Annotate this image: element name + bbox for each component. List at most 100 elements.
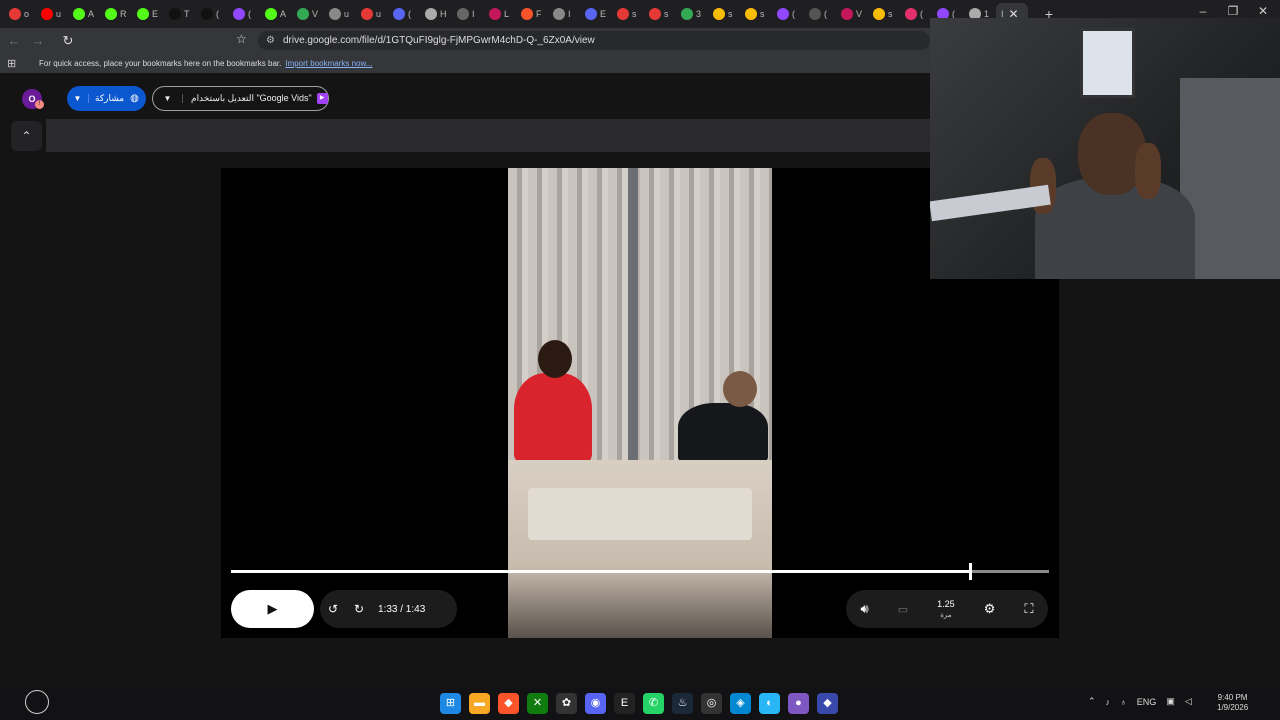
tab-label: F — [536, 9, 542, 19]
tab-favicon-icon — [41, 8, 53, 20]
bookmark-icon[interactable]: ☆ — [236, 32, 247, 46]
volume-icon[interactable]: 🔊︎ — [861, 601, 869, 617]
browser-tab[interactable]: T — [164, 3, 196, 25]
app-blue-icon[interactable]: ◈ — [730, 693, 751, 714]
forward-icon[interactable]: → — [28, 33, 48, 48]
volume-tray-icon[interactable]: ◁ — [1185, 696, 1192, 707]
speed-value: 1.25 — [937, 598, 955, 609]
tab-favicon-icon — [329, 8, 341, 20]
file-explorer-icon[interactable]: ▬ — [469, 693, 490, 714]
chevron-up-icon[interactable]: ⌃ — [1088, 696, 1096, 707]
close-window-icon[interactable]: ✕ — [1248, 4, 1278, 18]
language-indicator[interactable]: ENG — [1137, 697, 1157, 707]
tab-label: V — [312, 9, 319, 19]
browser-tab[interactable]: I — [452, 3, 484, 25]
browser-tab[interactable]: s — [644, 3, 676, 25]
xbox-icon[interactable]: ✕ — [527, 693, 548, 714]
tab-label: E — [600, 9, 607, 19]
browser-tab[interactable]: ( — [900, 3, 932, 25]
app-cyan-icon[interactable]: ◐ — [759, 693, 780, 714]
app-purple-icon[interactable]: ● — [788, 693, 809, 714]
settings-gear-icon[interactable]: ⚙ — [984, 601, 996, 617]
playback-speed-button[interactable]: 1.25 مرة — [937, 598, 955, 619]
browser-tab[interactable]: o — [4, 3, 36, 25]
browser-tab[interactable]: u — [356, 3, 388, 25]
browser-tab[interactable]: ( — [196, 3, 228, 25]
obs-icon[interactable]: ◎ — [701, 693, 722, 714]
captions-icon[interactable]: ▭ — [898, 603, 908, 616]
fullscreen-icon[interactable]: ⛶ — [1024, 601, 1033, 617]
browser-tab[interactable]: V — [292, 3, 324, 25]
browser-tab[interactable]: ( — [804, 3, 836, 25]
tab-label: 3 — [696, 9, 702, 19]
whatsapp-icon[interactable]: ✆ — [643, 693, 664, 714]
browser-tab[interactable]: F — [516, 3, 548, 25]
tab-favicon-icon — [137, 8, 149, 20]
clock-date: 1/9/2026 — [1217, 703, 1249, 712]
browser-tab[interactable]: s — [740, 3, 772, 25]
browser-tab[interactable]: s — [708, 3, 740, 25]
browser-tab[interactable]: A — [260, 3, 292, 25]
chatgpt-icon[interactable]: ✿ — [556, 693, 577, 714]
system-clock[interactable]: 9:40 PM 1/9/2026 — [1217, 693, 1248, 713]
browser-tab[interactable]: E — [132, 3, 164, 25]
browser-tab[interactable]: ( — [228, 3, 260, 25]
import-bookmarks-link[interactable]: Import bookmarks now... — [285, 59, 372, 68]
steam-icon[interactable]: ♨ — [672, 693, 693, 714]
speaker-icon[interactable]: ♪ — [1106, 697, 1111, 707]
app-indigo-icon[interactable]: ◆ — [817, 693, 838, 714]
google-vids-icon: ▶ — [316, 93, 328, 104]
brave-browser-icon[interactable]: ◆ — [498, 693, 519, 714]
rewind-10-icon[interactable]: ↺ — [320, 602, 346, 616]
collapse-up-icon[interactable]: ⌃ — [11, 121, 42, 151]
mic-icon[interactable]: ♁ — [1120, 697, 1127, 707]
restore-icon[interactable]: ❐ — [1218, 4, 1248, 18]
alert-badge-icon: ! — [35, 100, 44, 109]
tab-favicon-icon — [713, 8, 725, 20]
back-icon[interactable]: ← — [4, 33, 24, 48]
open-with-label: التعديل باستخدام "Google Vids" — [191, 93, 312, 103]
tab-favicon-icon — [201, 8, 213, 20]
reload-icon[interactable]: ↻ — [58, 33, 78, 49]
browser-tab[interactable]: s — [612, 3, 644, 25]
browser-tab[interactable]: ( — [772, 3, 804, 25]
forward-10-icon[interactable]: ↻ — [346, 602, 372, 616]
browser-tab[interactable]: V — [836, 3, 868, 25]
person-red-head — [538, 340, 572, 378]
start-icon[interactable]: ⊞ — [440, 693, 461, 714]
minimize-icon[interactable]: – — [1188, 4, 1218, 18]
tab-label: s — [632, 9, 637, 19]
tab-label: u — [56, 9, 62, 19]
seek-handle[interactable] — [968, 563, 972, 580]
tab-favicon-icon — [105, 8, 117, 20]
apps-icon[interactable]: ⊞ — [7, 57, 21, 70]
tab-label: s — [728, 9, 733, 19]
widget-circle-icon[interactable] — [25, 690, 49, 714]
browser-tab[interactable]: u — [36, 3, 68, 25]
browser-tab[interactable]: ( — [388, 3, 420, 25]
share-button[interactable]: ▼ مشاركة ◍ — [67, 86, 146, 111]
tab-favicon-icon — [457, 8, 469, 20]
tab-favicon-icon — [745, 8, 757, 20]
browser-tab[interactable]: 3 — [676, 3, 708, 25]
person-red-hoodie — [514, 373, 592, 463]
playback-controls: ▶ ↺ ↻ 1:33 / 1:43 — [231, 590, 457, 628]
browser-tab[interactable]: R — [100, 3, 132, 25]
site-info-icon[interactable]: ⚙ — [266, 35, 275, 46]
open-with-dropdown-icon[interactable]: ▼ — [153, 94, 183, 103]
browser-tab[interactable]: I — [548, 3, 580, 25]
display-icon[interactable]: ▣ — [1166, 696, 1175, 707]
browser-tab[interactable]: A — [68, 3, 100, 25]
play-button[interactable]: ▶ — [231, 590, 314, 628]
open-with-vids-button[interactable]: ▼ التعديل باستخدام "Google Vids" ▶ — [152, 86, 329, 111]
epic-games-icon[interactable]: E — [614, 693, 635, 714]
address-bar[interactable]: ⚙ drive.google.com/file/d/1GTQuFI9glg-Fj… — [258, 31, 930, 50]
discord-icon[interactable]: ◉ — [585, 693, 606, 714]
share-dropdown-icon[interactable]: ▼ — [67, 94, 89, 103]
browser-tab[interactable]: E — [580, 3, 612, 25]
browser-tab[interactable]: s — [868, 3, 900, 25]
browser-tab[interactable]: H — [420, 3, 452, 25]
seek-bar[interactable] — [231, 563, 1049, 580]
browser-tab[interactable]: u — [324, 3, 356, 25]
browser-tab[interactable]: L — [484, 3, 516, 25]
